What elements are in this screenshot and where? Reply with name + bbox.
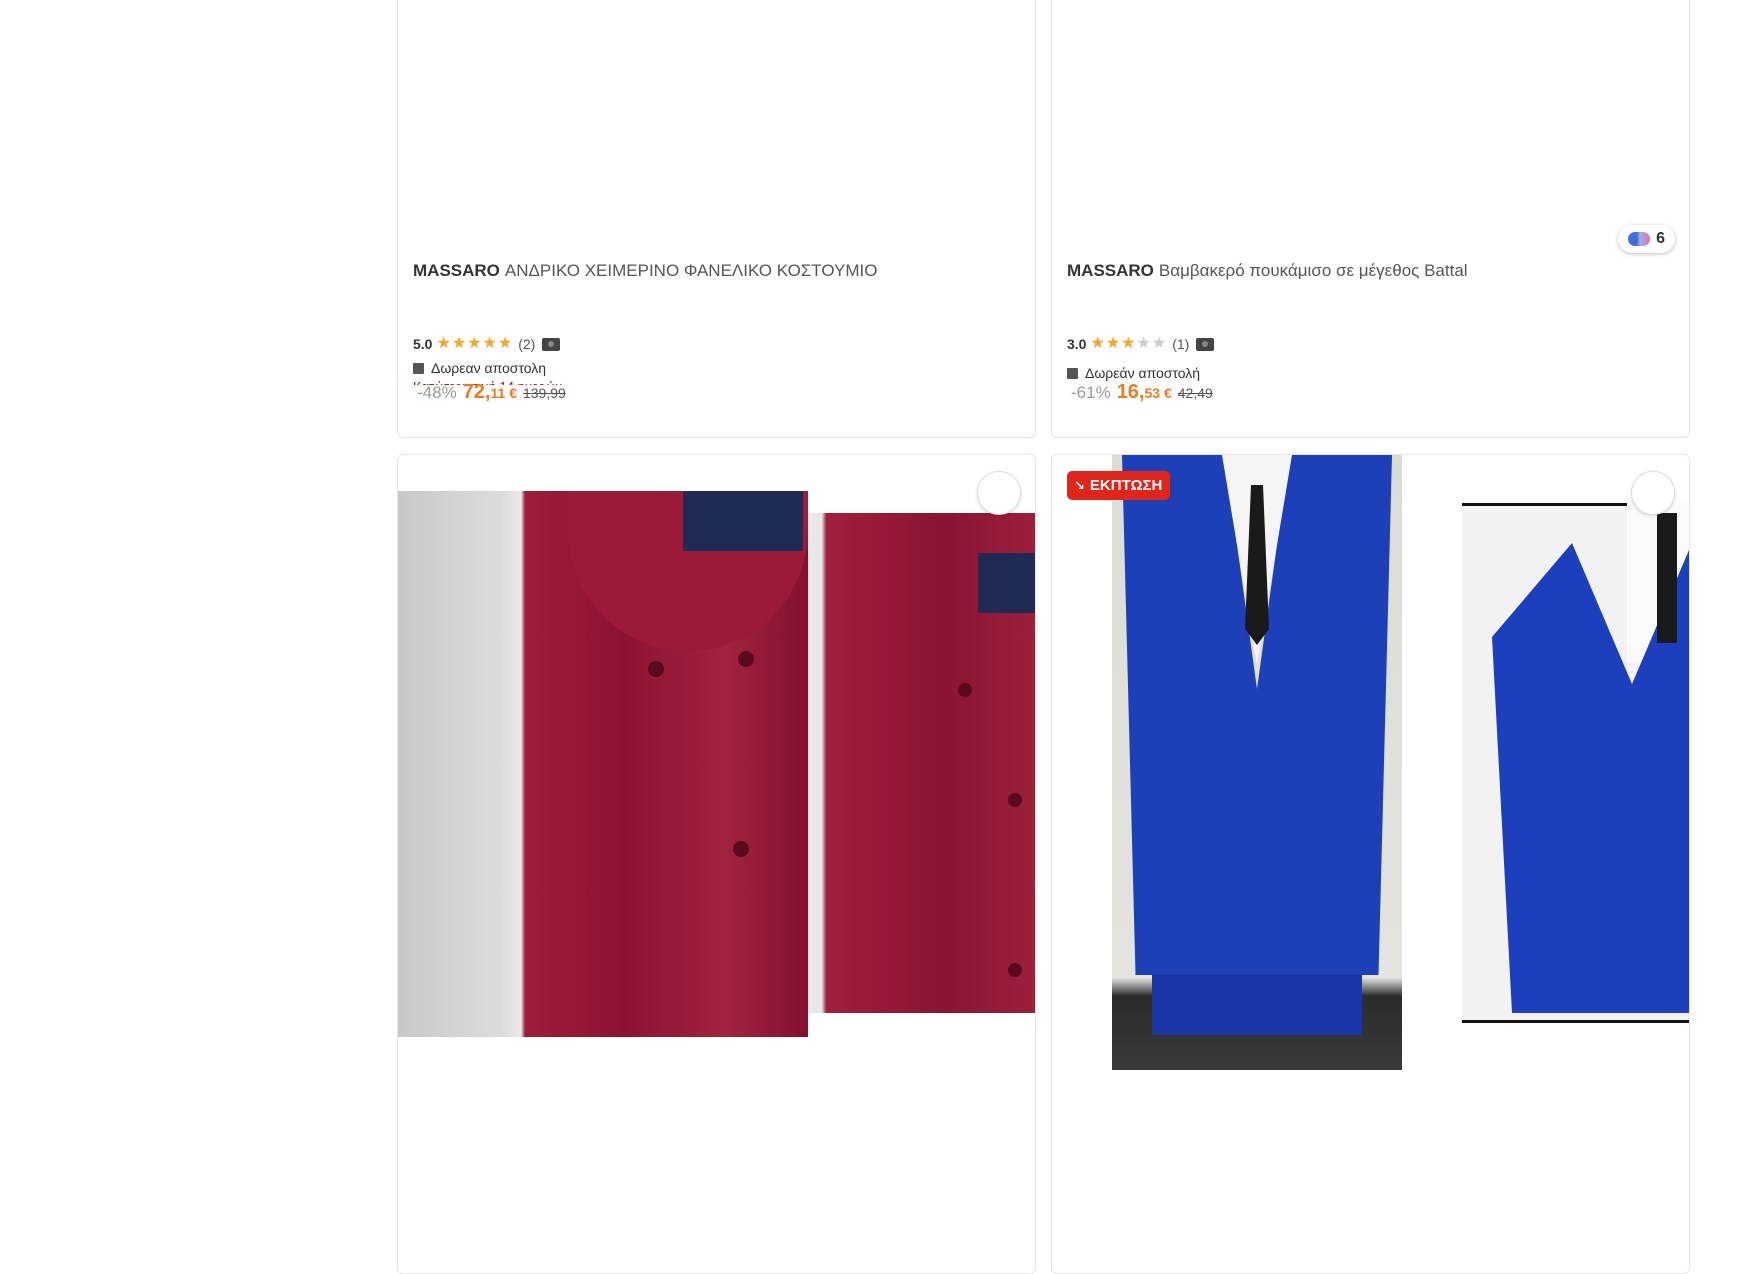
star-icon: ★: [1090, 335, 1105, 352]
old-price: 139,99: [522, 385, 566, 401]
color-count: 6: [1656, 230, 1665, 247]
free-shipping: Δωρεαν αποστολη: [413, 360, 546, 376]
product-image[interactable]: [1112, 455, 1402, 1070]
favorite-button[interactable]: [1631, 471, 1675, 515]
star-icon: ★: [1151, 335, 1167, 352]
discount-badge: ↘ ΕΚΠΤΩΣΗ: [1067, 471, 1171, 500]
price-row: -48% 72,11 € 139,99: [417, 381, 566, 404]
review-count: (2): [518, 336, 536, 352]
camera-icon: [1196, 337, 1215, 351]
discount-badge-label: ΕΚΠΤΩΣΗ: [1089, 477, 1163, 494]
star-icon: ★: [482, 335, 497, 352]
color-swatch-icon: [1628, 232, 1651, 246]
favorite-button[interactable]: [977, 471, 1021, 515]
current-price-main: 72,: [462, 381, 491, 403]
brand-label: [978, 553, 1035, 613]
shirt-button: [738, 651, 754, 667]
product-card[interactable]: [397, 454, 1036, 1274]
rating-row: 3.0 ★ ★ ★ ★ ★ (1): [1067, 336, 1215, 352]
shirt-button: [648, 661, 664, 677]
discount-percent: -48%: [417, 383, 457, 402]
product-image[interactable]: [398, 491, 808, 1037]
rating-row: 5.0 ★ ★ ★ ★ ★ (2): [413, 336, 561, 352]
product-brand: MASSARO: [1067, 261, 1154, 280]
star-icon: ★: [1121, 335, 1136, 352]
star-icon: ★: [1136, 335, 1151, 352]
star-icon: ★: [497, 335, 513, 352]
image-border: [1462, 1020, 1689, 1023]
product-card[interactable]: MASSARO ΑΝΔΡΙΚΟ ΧΕΙΜΕΡΙΝΟ ΦΑΝΕΛΙΚΟ ΚΟΣΤΟΥ…: [397, 0, 1036, 438]
rating-stars: ★ ★ ★ ★ ★: [436, 336, 512, 352]
rating-score: 3.0: [1067, 336, 1087, 352]
suit-trousers: [1152, 975, 1362, 1035]
shirt-button: [958, 683, 972, 697]
old-price: 42,49: [1177, 385, 1213, 401]
box-icon: [413, 362, 424, 374]
product-brand: MASSARO: [413, 261, 500, 280]
rating-stars: ★ ★ ★ ★ ★: [1090, 336, 1166, 352]
free-shipping: Δωρεάν αποστολή: [1067, 365, 1200, 381]
color-variants-badge[interactable]: 6: [1618, 225, 1675, 253]
star-icon: ★: [467, 335, 482, 352]
free-shipping-label: Δωρεαν αποστολη: [431, 360, 547, 376]
free-shipping-label: Δωρεάν αποστολή: [1085, 365, 1201, 381]
discount-percent: -61%: [1071, 383, 1111, 402]
product-title[interactable]: MASSARO ΑΝΔΡΙΚΟ ΧΕΙΜΕΡΙΝΟ ΦΑΝΕΛΙΚΟ ΚΟΣΤΟΥ…: [413, 261, 878, 281]
product-image-secondary[interactable]: [808, 513, 1035, 1013]
review-count: (1): [1172, 336, 1190, 352]
rating-score: 5.0: [413, 336, 433, 352]
suit-tie: [1657, 513, 1677, 643]
box-icon: [1067, 367, 1078, 379]
shirt-button: [1008, 963, 1022, 977]
star-icon: ★: [1105, 335, 1121, 352]
current-price: 72,11 €: [463, 381, 517, 404]
star-icon: ★: [451, 335, 467, 352]
product-title[interactable]: MASSARO Βαμβακερό πουκάμισο σε μέγεθος Ba…: [1067, 261, 1468, 281]
current-price-main: 16,: [1116, 381, 1145, 403]
product-card[interactable]: ↘ ΕΚΠΤΩΣΗ: [1051, 454, 1690, 1274]
star-icon: ★: [436, 335, 451, 352]
current-price-cents: 11 €: [490, 385, 517, 401]
shirt-button: [733, 841, 749, 857]
current-price: 16,53 €: [1117, 381, 1172, 404]
product-name: ΑΝΔΡΙΚΟ ΧΕΙΜΕΡΙΝΟ ΦΑΝΕΛΙΚΟ ΚΟΣΤΟΥΜΙΟ: [504, 261, 878, 280]
product-name: Βαμβακερό πουκάμισο σε μέγεθος Battal: [1158, 261, 1468, 280]
brand-label: [683, 491, 803, 551]
product-image-secondary[interactable]: [1462, 503, 1689, 1023]
camera-icon: [542, 337, 561, 351]
price-row: -61% 16,53 € 42,49: [1071, 381, 1213, 404]
shirt-button: [1008, 793, 1022, 807]
product-card[interactable]: 6 MASSARO Βαμβακερό πουκάμισο σε μέγεθος …: [1051, 0, 1690, 438]
trend-down-icon: ↘: [1074, 477, 1085, 493]
current-price-cents: 53 €: [1144, 385, 1172, 401]
